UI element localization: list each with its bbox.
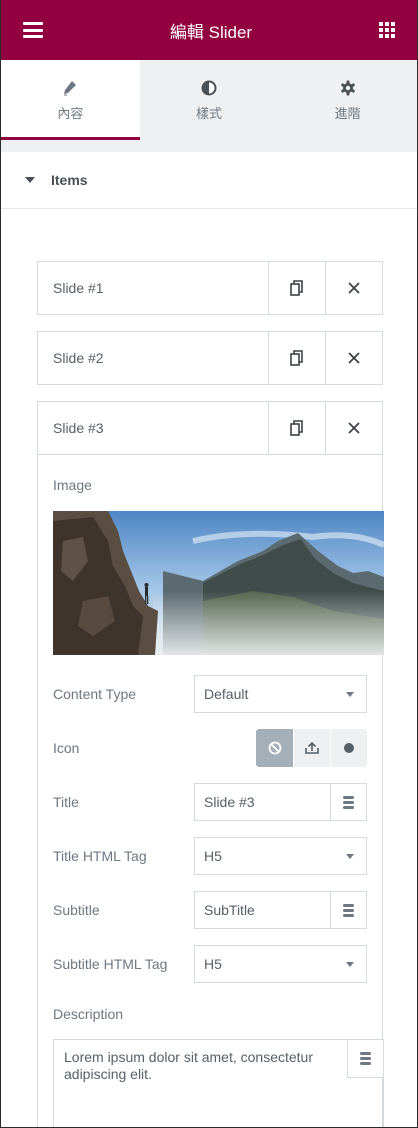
slides-repeater: Slide #1 Slide #2 Slide #3 Image Content…: [1, 209, 417, 1127]
repeater-item: Slide #2: [37, 331, 383, 385]
tab-content-label: 內容: [57, 106, 84, 122]
duplicate-icon[interactable]: [268, 262, 325, 314]
title-field: [194, 783, 367, 821]
duplicate-icon[interactable]: [268, 402, 325, 454]
icon-control: Icon: [53, 729, 367, 767]
subtitle-tag-control: Subtitle HTML Tag H5: [53, 945, 367, 983]
tab-style[interactable]: 樣式: [139, 60, 279, 140]
title-tag-value: H5: [204, 848, 222, 864]
panel-tabs: 內容 樣式 進階: [1, 60, 417, 140]
editor-panel: 編輯 Slider 內容 樣式 進階 Items Slide #1 Slide …: [0, 0, 418, 1128]
dynamic-tags-icon[interactable]: [330, 784, 366, 820]
upload-icon[interactable]: [293, 729, 330, 767]
panel-title: 編輯 Slider: [169, 22, 253, 42]
tab-advanced-label: 進階: [334, 106, 361, 122]
close-icon[interactable]: [325, 332, 382, 384]
description-label: Description: [53, 1006, 124, 1022]
tab-style-label: 樣式: [196, 106, 223, 122]
content-type-select[interactable]: Default: [194, 675, 367, 713]
gear-icon: [340, 79, 356, 97]
pencil-icon: [63, 79, 77, 97]
subtitle-label: Subtitle: [53, 902, 100, 918]
half-circle-icon: [201, 79, 217, 97]
content-type-control: Content Type Default: [53, 675, 367, 713]
repeater-item-title[interactable]: Slide #1: [38, 262, 268, 314]
dynamic-tags-icon[interactable]: [330, 892, 366, 928]
title-tag-select[interactable]: H5: [194, 837, 367, 875]
dynamic-tags-icon[interactable]: [347, 1040, 383, 1078]
subtitle-tag-value: H5: [204, 956, 222, 972]
chevron-down-icon: [346, 853, 354, 859]
description-textarea[interactable]: Lorem ipsum dolor sit amet, consectetur …: [54, 1040, 383, 1127]
repeater-item-fields: Image Content Type Default Icon Title Sl…: [37, 455, 384, 1127]
repeater-item-title[interactable]: Slide #3: [38, 402, 268, 454]
content-type-value: Default: [204, 686, 249, 702]
section-title: Items: [51, 172, 88, 188]
close-icon[interactable]: [325, 402, 382, 454]
repeater-item-title[interactable]: Slide #2: [38, 332, 268, 384]
repeater-item: Slide #1: [37, 261, 383, 315]
chevron-down-icon: [346, 691, 354, 697]
duplicate-icon[interactable]: [268, 332, 325, 384]
tabs-divider: [1, 140, 417, 152]
chevron-down-icon: [346, 961, 354, 967]
subtitle-field: [194, 891, 367, 929]
subtitle-control: Subtitle: [53, 891, 367, 929]
caret-down-icon: [25, 177, 35, 183]
icon-label: Icon: [53, 740, 80, 756]
icon-chooser: [256, 729, 367, 767]
image-label: Image: [53, 477, 92, 493]
close-icon[interactable]: [325, 262, 382, 314]
title-label: Title: [53, 794, 79, 810]
image-thumbnail[interactable]: [53, 511, 384, 655]
repeater-item: Slide #3: [37, 401, 383, 455]
circle-icon[interactable]: [330, 729, 367, 767]
subtitle-input[interactable]: [195, 892, 330, 928]
no-icon-option[interactable]: [256, 729, 293, 767]
grid-icon[interactable]: [379, 22, 395, 38]
tab-advanced[interactable]: 進階: [278, 60, 417, 140]
description-field: Lorem ipsum dolor sit amet, consectetur …: [53, 1039, 384, 1127]
subtitle-tag-select[interactable]: H5: [194, 945, 367, 983]
panel-header: 編輯 Slider: [1, 0, 417, 60]
title-control: Title: [53, 783, 367, 821]
hamburger-icon[interactable]: [23, 22, 43, 38]
title-tag-label: Title HTML Tag: [53, 848, 147, 864]
title-tag-control: Title HTML Tag H5: [53, 837, 367, 875]
content-type-label: Content Type: [53, 686, 137, 702]
title-input[interactable]: [195, 784, 330, 820]
section-items-header[interactable]: Items: [1, 152, 417, 209]
subtitle-tag-label: Subtitle HTML Tag: [53, 956, 168, 972]
tab-content[interactable]: 內容: [1, 60, 140, 140]
